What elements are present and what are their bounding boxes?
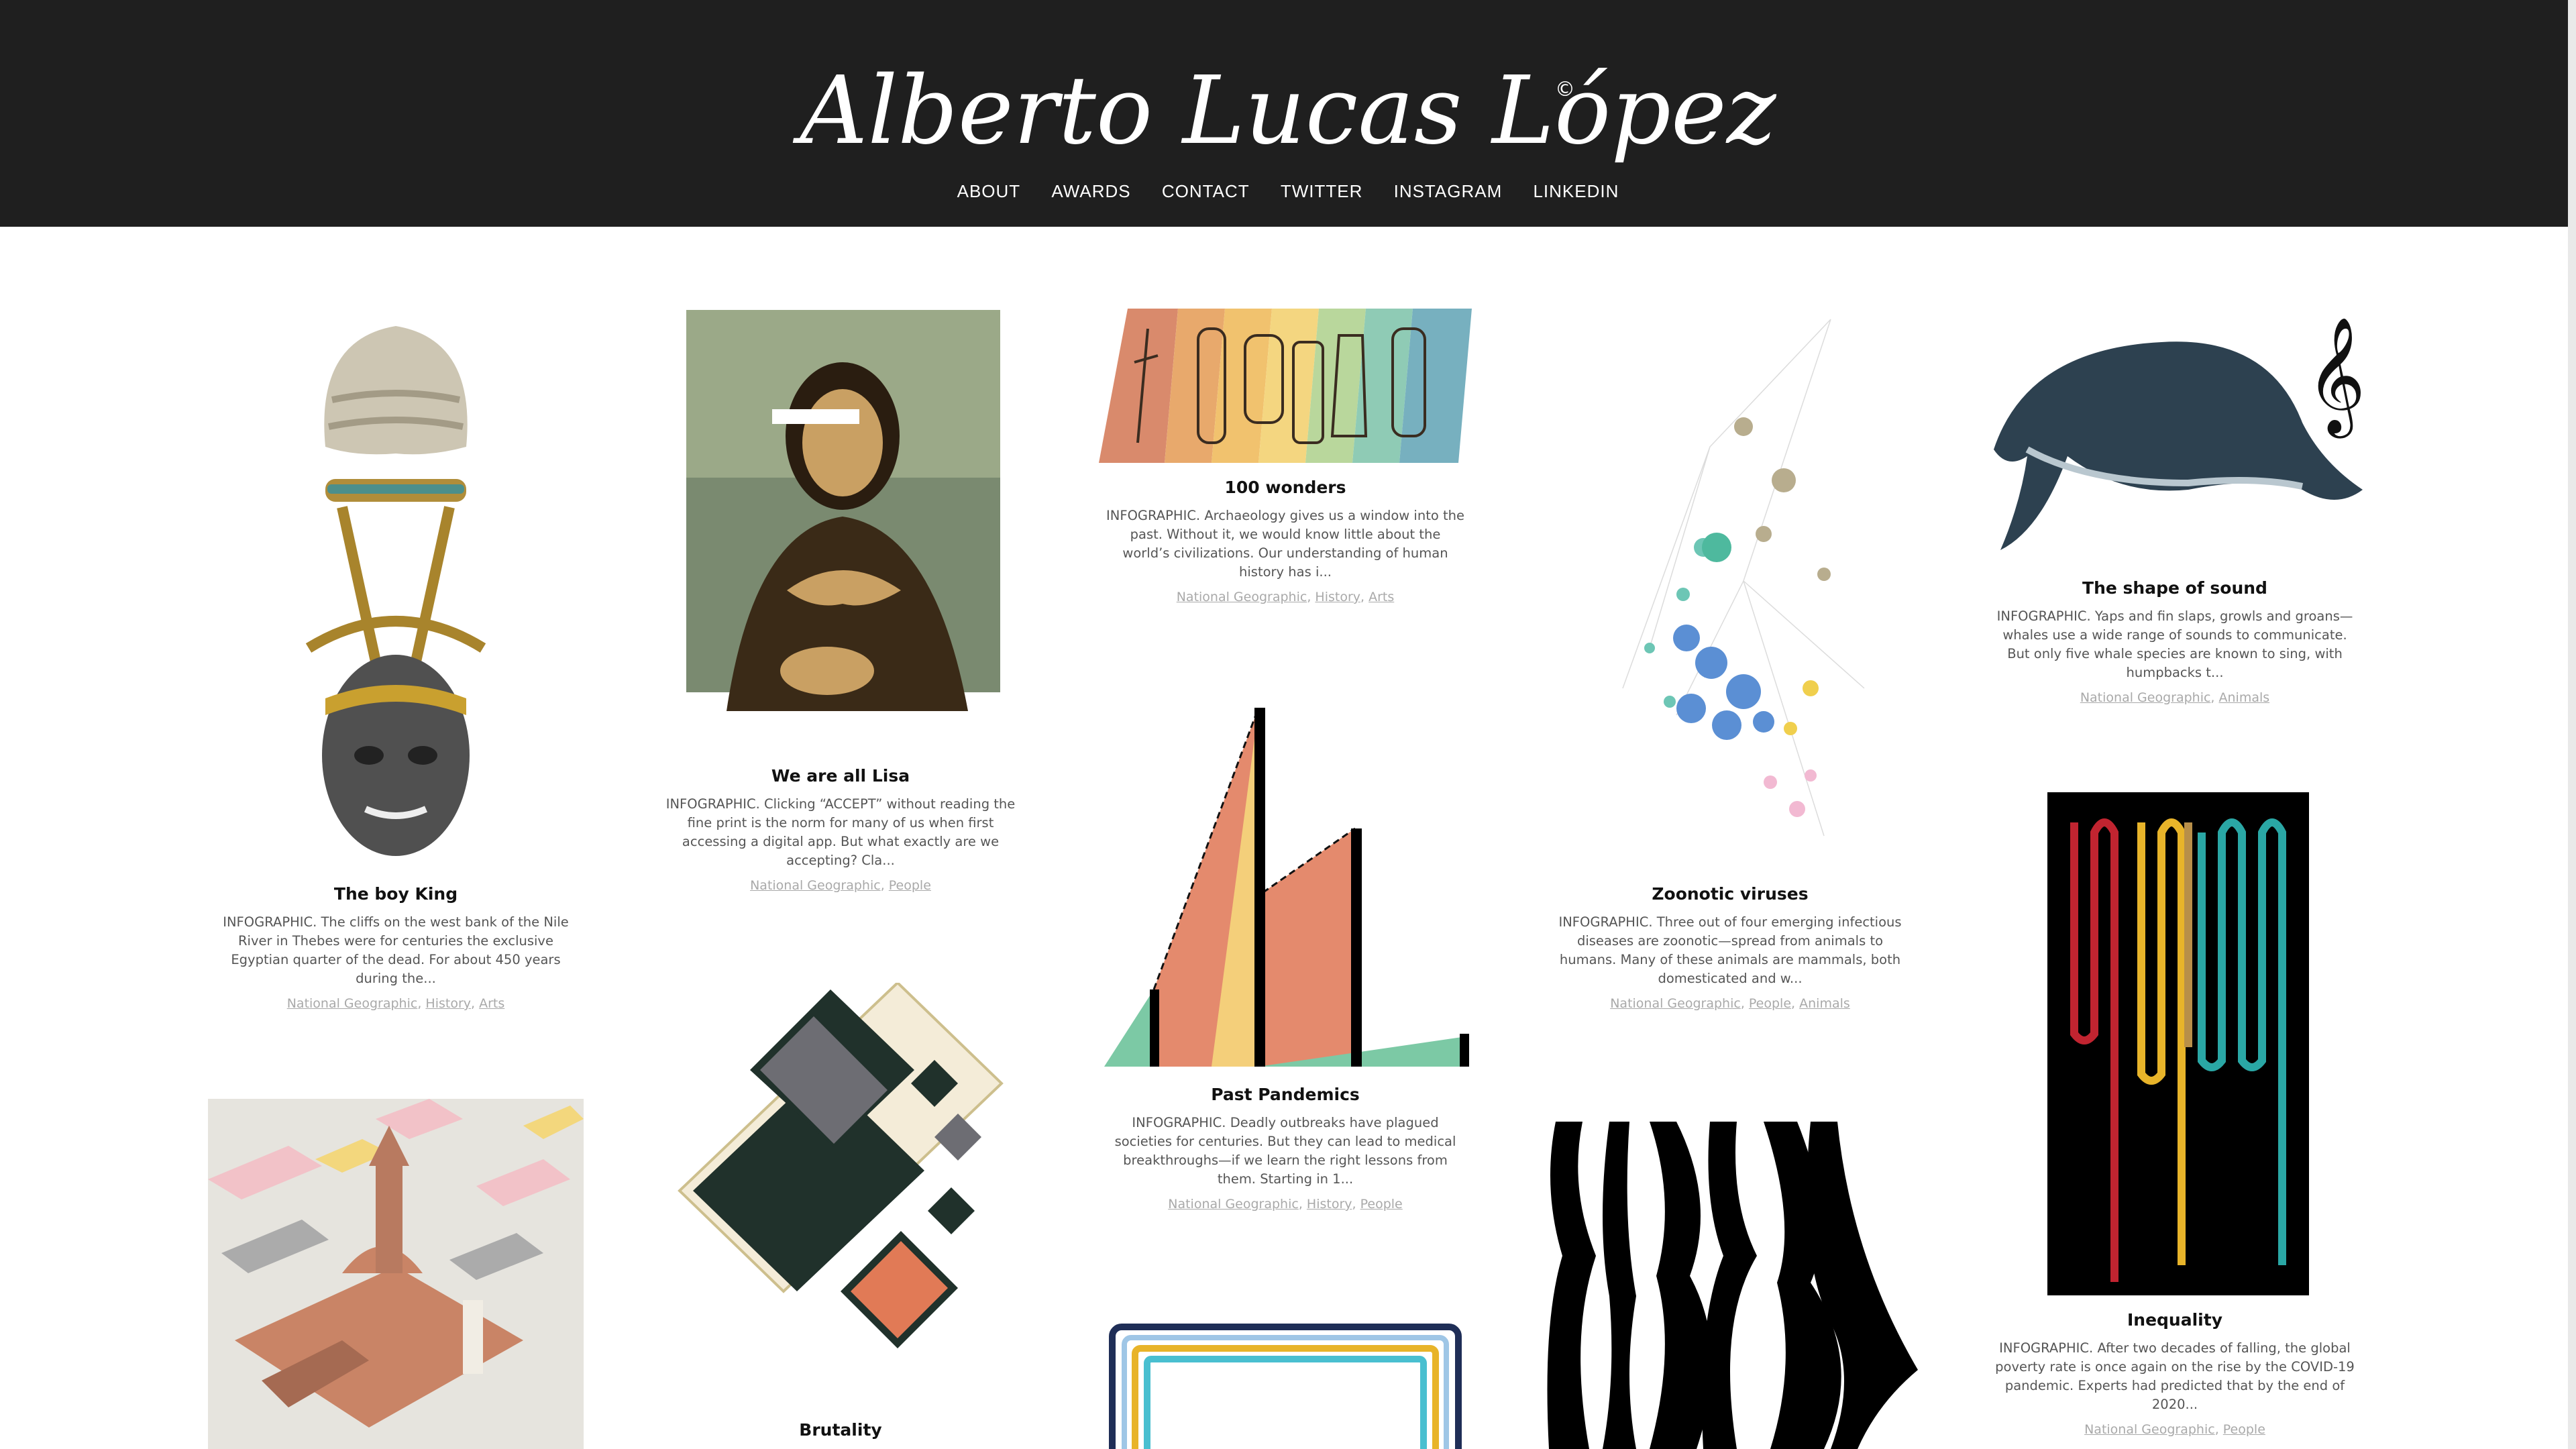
card-100-wonders[interactable]: 100 wonders INFOGRAPHIC. Archaeology giv… bbox=[1097, 309, 1473, 604]
zoonotic-network-image[interactable] bbox=[1542, 313, 1918, 869]
tag-link[interactable]: National Geographic bbox=[1177, 590, 1307, 604]
tag-link[interactable]: People bbox=[889, 878, 931, 893]
card-title[interactable]: 100 wonders bbox=[1097, 478, 1473, 497]
tag-link[interactable]: History bbox=[1315, 590, 1360, 604]
tag-link[interactable]: Animals bbox=[1799, 996, 1850, 1011]
nav-about[interactable]: ABOUT bbox=[957, 181, 1021, 201]
tag-link[interactable]: National Geographic bbox=[2080, 690, 2211, 705]
card-the-shape-of-sound[interactable]: 𝄞 The shape of sound INFOGRAPHIC. Yaps a… bbox=[1987, 309, 2363, 705]
tag-link[interactable]: People bbox=[1360, 1197, 1403, 1212]
logo-text: Alberto Lucas López bbox=[792, 56, 1776, 166]
treble-clef-icon: 𝄞 bbox=[2306, 317, 2363, 439]
past-pandemics-chart[interactable] bbox=[1097, 708, 1473, 1070]
card-title[interactable]: Zoonotic viruses bbox=[1542, 884, 1918, 904]
page-scrollbar[interactable] bbox=[2568, 0, 2576, 1449]
nav-twitter[interactable]: TWITTER bbox=[1281, 181, 1363, 201]
card-zoonotic-viruses[interactable]: Zoonotic viruses INFOGRAPHIC. Three out … bbox=[1542, 313, 1918, 1011]
card-the-boy-king[interactable]: The boy King INFOGRAPHIC. The cliffs on … bbox=[208, 313, 584, 1011]
card-inequality[interactable]: Inequality INFOGRAPHIC. After two decade… bbox=[1987, 792, 2363, 1437]
100-wonders-image[interactable] bbox=[1097, 309, 1473, 463]
copyright-symbol: © bbox=[1555, 78, 1575, 101]
nav-contact[interactable]: CONTACT bbox=[1162, 181, 1250, 201]
card-title[interactable]: The boy King bbox=[208, 884, 584, 904]
tag-link[interactable]: National Geographic bbox=[287, 996, 418, 1011]
card-description: INFOGRAPHIC. Clicking “ACCEPT” without r… bbox=[665, 796, 1016, 868]
card-tags: National Geographic, People, Animals bbox=[1610, 996, 1850, 1011]
card-description: INFOGRAPHIC. Yaps and fin slaps, growls … bbox=[1996, 608, 2353, 680]
tag-link[interactable]: People bbox=[2223, 1422, 2265, 1437]
card-title[interactable]: Past Pandemics bbox=[1097, 1085, 1473, 1104]
card-tags: National Geographic, Animals bbox=[2080, 690, 2270, 705]
card-title[interactable]: Inequality bbox=[1987, 1310, 2363, 1330]
tag-link[interactable]: National Geographic bbox=[2084, 1422, 2215, 1437]
site-header: Alberto Lucas López © ABOUT AWARDS CONTA… bbox=[0, 0, 2576, 227]
tag-link[interactable]: National Geographic bbox=[750, 878, 881, 893]
brutality-image[interactable] bbox=[653, 983, 1028, 1405]
card-description: INFOGRAPHIC. Deadly outbreaks have plagu… bbox=[1114, 1115, 1456, 1187]
site-logo[interactable]: Alberto Lucas López © bbox=[0, 39, 2576, 186]
tag-link[interactable]: History bbox=[425, 996, 471, 1011]
card-description: INFOGRAPHIC. Three out of four emerging … bbox=[1558, 914, 1902, 986]
tag-link[interactable]: Arts bbox=[1368, 590, 1394, 604]
card-brutality[interactable]: Brutality bbox=[653, 983, 1028, 1440]
card-we-are-all-lisa[interactable]: We are all Lisa INFOGRAPHIC. Clicking “A… bbox=[653, 309, 1028, 893]
tag-link[interactable]: National Geographic bbox=[1610, 996, 1741, 1011]
mona-lisa-image[interactable] bbox=[653, 309, 1028, 751]
card-title[interactable]: Brutality bbox=[653, 1420, 1028, 1440]
card-tags: National Geographic, History, Arts bbox=[1176, 590, 1395, 604]
card-tags: National Geographic, History, People bbox=[1168, 1197, 1403, 1212]
card-description: INFOGRAPHIC. After two decades of fallin… bbox=[1995, 1340, 2355, 1412]
tag-link[interactable]: National Geographic bbox=[1168, 1197, 1299, 1212]
nav-awards[interactable]: AWARDS bbox=[1051, 181, 1130, 201]
framed-lines-image[interactable] bbox=[1097, 1322, 1473, 1449]
black-white-waves-image[interactable] bbox=[1542, 1122, 1918, 1449]
card-title[interactable]: We are all Lisa bbox=[653, 766, 1028, 786]
tag-link[interactable]: History bbox=[1307, 1197, 1352, 1212]
nav-instagram[interactable]: INSTAGRAM bbox=[1394, 181, 1503, 201]
nav-linkedin[interactable]: LINKEDIN bbox=[1533, 181, 1619, 201]
card-cairo-city[interactable] bbox=[208, 1099, 584, 1449]
card-description: INFOGRAPHIC. Archaeology gives us a wind… bbox=[1106, 508, 1464, 580]
card-tags: National Geographic, History, Arts bbox=[286, 996, 505, 1011]
tag-link[interactable]: Animals bbox=[2219, 690, 2270, 705]
tag-link[interactable]: People bbox=[1749, 996, 1791, 1011]
main-nav: ABOUT AWARDS CONTACT TWITTER INSTAGRAM L… bbox=[0, 181, 2576, 202]
card-past-pandemics[interactable]: Past Pandemics INFOGRAPHIC. Deadly outbr… bbox=[1097, 708, 1473, 1212]
boy-king-image[interactable] bbox=[208, 313, 584, 869]
card-tags: National Geographic, People bbox=[750, 878, 931, 893]
whale-image[interactable]: 𝄞 bbox=[1987, 309, 2363, 564]
tag-link[interactable]: Arts bbox=[479, 996, 504, 1011]
card-framed-lines[interactable] bbox=[1097, 1322, 1473, 1449]
card-description: INFOGRAPHIC. The cliffs on the west bank… bbox=[223, 914, 569, 986]
inequality-image[interactable] bbox=[1987, 792, 2363, 1295]
cairo-city-image[interactable] bbox=[208, 1099, 584, 1449]
card-tags: National Geographic, People bbox=[2084, 1422, 2265, 1437]
card-title[interactable]: The shape of sound bbox=[1987, 578, 2363, 598]
card-black-white-waves[interactable] bbox=[1542, 1122, 1918, 1449]
